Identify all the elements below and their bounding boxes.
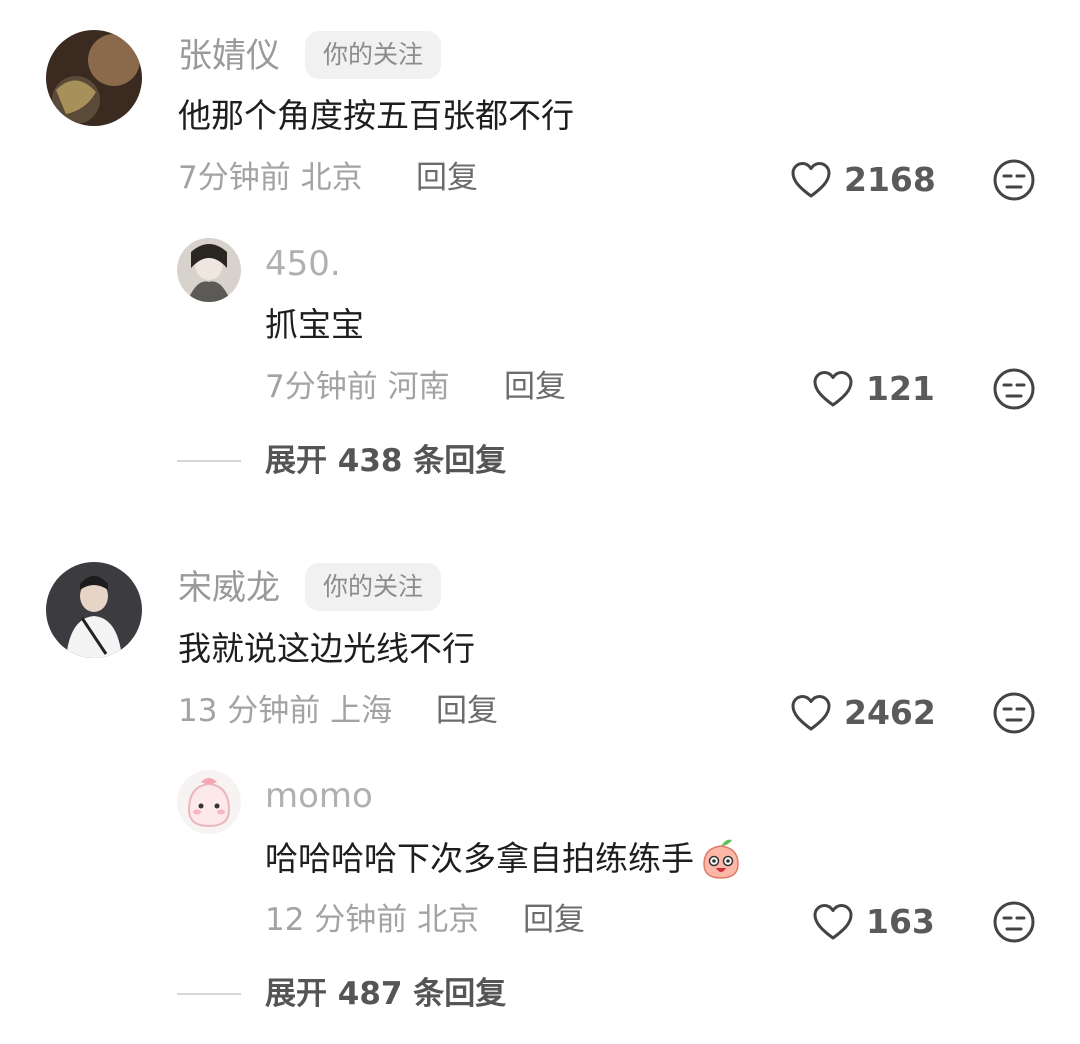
- divider: [177, 993, 241, 995]
- like-count: 2462: [844, 693, 936, 732]
- like-button[interactable]: 2168: [790, 160, 936, 200]
- unamused-face-icon: [992, 367, 1036, 411]
- heart-outline-icon: [790, 160, 832, 200]
- dislike-button[interactable]: [992, 367, 1036, 411]
- heart-outline-icon: [812, 369, 854, 409]
- comment-text: 他那个角度按五百张都不行: [178, 96, 574, 135]
- comment-location: 上海: [330, 693, 393, 729]
- avatar[interactable]: [46, 30, 142, 126]
- reply-timestamp: 7分钟前: [265, 369, 378, 405]
- unamused-face-icon: [992, 900, 1036, 944]
- unamused-face-icon: [992, 691, 1036, 735]
- comment-username[interactable]: 张婧仪: [178, 36, 280, 76]
- reply-location: 北京: [417, 902, 480, 938]
- comment-location: 北京: [300, 160, 363, 196]
- dislike-button[interactable]: [992, 691, 1036, 735]
- like-count: 121: [866, 369, 935, 408]
- dislike-button[interactable]: [992, 158, 1036, 202]
- comment-text: 我就说这边光线不行: [178, 629, 475, 668]
- heart-outline-icon: [790, 693, 832, 733]
- heart-outline-icon: [812, 902, 854, 942]
- comment-timestamp: 13 分钟前: [178, 693, 321, 729]
- reply-button[interactable]: 回复: [504, 367, 566, 407]
- reply-time: 12 分钟前 北京: [265, 900, 479, 940]
- reply-text-row: 哈哈哈哈下次多拿自拍练练手: [265, 836, 744, 882]
- divider: [177, 460, 241, 462]
- reply-username[interactable]: momo: [265, 776, 373, 816]
- reply-location: 河南: [387, 369, 450, 405]
- reply-button[interactable]: 回复: [436, 691, 498, 731]
- reply-username[interactable]: 450.: [265, 244, 341, 284]
- expand-replies-button[interactable]: 展开 438 条回复: [265, 441, 506, 481]
- reply-button[interactable]: 回复: [523, 900, 585, 940]
- comment-time: 7分钟前 北京: [178, 158, 363, 198]
- avatar[interactable]: [46, 562, 142, 658]
- comment-time: 13 分钟前 上海: [178, 691, 392, 731]
- avatar[interactable]: [177, 770, 241, 834]
- reply-text: 抓宝宝: [265, 305, 364, 344]
- reply-timestamp: 12 分钟前: [265, 902, 408, 938]
- like-button[interactable]: 163: [812, 902, 935, 942]
- following-badge: 你的关注: [305, 563, 442, 611]
- reply-text: 哈哈哈哈下次多拿自拍练练手: [265, 839, 694, 878]
- like-button[interactable]: 121: [812, 369, 935, 409]
- like-count: 2168: [844, 160, 936, 199]
- peach-emoji-icon: [698, 836, 744, 882]
- like-count: 163: [866, 902, 935, 941]
- avatar[interactable]: [177, 238, 241, 302]
- following-badge: 你的关注: [305, 31, 442, 79]
- expand-replies-button[interactable]: 展开 487 条回复: [265, 974, 506, 1014]
- like-button[interactable]: 2462: [790, 693, 936, 733]
- unamused-face-icon: [992, 158, 1036, 202]
- comment-timestamp: 7分钟前: [178, 160, 291, 196]
- reply-time: 7分钟前 河南: [265, 367, 450, 407]
- dislike-button[interactable]: [992, 900, 1036, 944]
- reply-button[interactable]: 回复: [416, 158, 478, 198]
- comment-username[interactable]: 宋威龙: [178, 568, 280, 608]
